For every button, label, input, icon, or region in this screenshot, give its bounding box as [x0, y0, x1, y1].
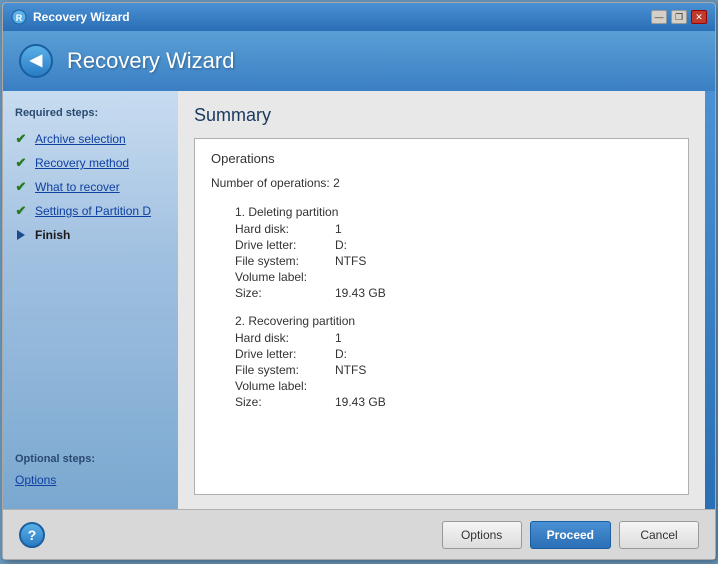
- sidebar-item-settings-partition-d[interactable]: ✔ Settings of Partition D: [3, 199, 178, 223]
- key-size: Size:: [235, 286, 335, 300]
- summary-box: Operations Number of operations: 2 1. De…: [194, 138, 689, 495]
- op1-volume-label: Volume label:: [211, 270, 672, 284]
- footer-left: ?: [19, 522, 434, 548]
- key-hard-disk2: Hard disk:: [235, 331, 335, 345]
- checkmark-icon: ✔: [13, 155, 29, 171]
- spacer2: [211, 302, 672, 314]
- key-drive-letter: Drive letter:: [235, 238, 335, 252]
- recovery-wizard-window: R Recovery Wizard — ❐ ✕ ◀ Recovery Wizar…: [2, 2, 716, 560]
- proceed-button[interactable]: Proceed: [530, 521, 611, 549]
- window-icon: R: [11, 9, 27, 25]
- sidebar-item-archive-selection[interactable]: ✔ Archive selection: [3, 127, 178, 151]
- titlebar-buttons: — ❐ ✕: [651, 10, 707, 24]
- sidebar-item-label: Archive selection: [35, 132, 126, 146]
- sidebar: Required steps: ✔ Archive selection ✔ Re…: [3, 91, 178, 509]
- key-hard-disk: Hard disk:: [235, 222, 335, 236]
- op2-size: Size: 19.43 GB: [211, 395, 672, 409]
- val-drive-letter: D:: [335, 238, 347, 252]
- page-title: Summary: [194, 105, 689, 126]
- options-link[interactable]: Options: [15, 471, 166, 489]
- key-file-system2: File system:: [235, 363, 335, 377]
- window-title: Recovery Wizard: [33, 10, 651, 24]
- optional-steps-label: Optional steps:: [15, 453, 166, 465]
- val-hard-disk: 1: [335, 222, 342, 236]
- key-file-system: File system:: [235, 254, 335, 268]
- op1-hard-disk: Hard disk: 1: [211, 222, 672, 236]
- minimize-button[interactable]: —: [651, 10, 667, 24]
- footer: ? Options Proceed Cancel: [3, 509, 715, 559]
- back-button[interactable]: ◀: [19, 44, 53, 78]
- sidebar-item-label: Recovery method: [35, 156, 129, 170]
- sidebar-item-finish[interactable]: Finish: [3, 223, 178, 247]
- sidebar-item-label: Finish: [35, 228, 70, 242]
- checkmark-icon: ✔: [13, 179, 29, 195]
- arrow-right-icon: [13, 227, 29, 243]
- val-drive-letter2: D:: [335, 347, 347, 361]
- optional-steps-section: Optional steps: Options: [3, 445, 178, 497]
- sidebar-item-label: Settings of Partition D: [35, 204, 151, 218]
- help-button[interactable]: ?: [19, 522, 45, 548]
- op2-file-system: File system: NTFS: [211, 363, 672, 377]
- val-file-system2: NTFS: [335, 363, 366, 377]
- checkmark-icon: ✔: [13, 203, 29, 219]
- op1-file-system: File system: NTFS: [211, 254, 672, 268]
- svg-text:R: R: [16, 13, 23, 23]
- checkmark-icon: ✔: [13, 131, 29, 147]
- key-drive-letter2: Drive letter:: [235, 347, 335, 361]
- spacer1: [211, 193, 672, 205]
- restore-button[interactable]: ❐: [671, 10, 687, 24]
- options-button[interactable]: Options: [442, 521, 522, 549]
- val-hard-disk2: 1: [335, 331, 342, 345]
- operation2-header: 2. Recovering partition: [211, 314, 672, 328]
- header: ◀ Recovery Wizard: [3, 31, 715, 91]
- sidebar-item-recovery-method[interactable]: ✔ Recovery method: [3, 151, 178, 175]
- op2-volume-label: Volume label:: [211, 379, 672, 393]
- val-size: 19.43 GB: [335, 286, 386, 300]
- content-area: Summary Operations Number of operations:…: [178, 91, 705, 509]
- op1-size: Size: 19.43 GB: [211, 286, 672, 300]
- right-strip: [705, 91, 715, 509]
- close-button[interactable]: ✕: [691, 10, 707, 24]
- op1-drive-letter: Drive letter: D:: [211, 238, 672, 252]
- key-volume-label: Volume label:: [235, 270, 335, 284]
- titlebar: R Recovery Wizard — ❐ ✕: [3, 3, 715, 31]
- cancel-button[interactable]: Cancel: [619, 521, 699, 549]
- main-area: Required steps: ✔ Archive selection ✔ Re…: [3, 91, 715, 509]
- sidebar-item-label: What to recover: [35, 180, 120, 194]
- operations-label: Operations: [211, 151, 672, 166]
- key-size2: Size:: [235, 395, 335, 409]
- num-operations-line: Number of operations: 2: [211, 176, 672, 190]
- sidebar-item-what-to-recover[interactable]: ✔ What to recover: [3, 175, 178, 199]
- op2-drive-letter: Drive letter: D:: [211, 347, 672, 361]
- val-file-system: NTFS: [335, 254, 366, 268]
- operation1-header: 1. Deleting partition: [211, 205, 672, 219]
- op2-hard-disk: Hard disk: 1: [211, 331, 672, 345]
- val-size2: 19.43 GB: [335, 395, 386, 409]
- required-steps-label: Required steps:: [3, 103, 178, 127]
- key-volume-label2: Volume label:: [235, 379, 335, 393]
- header-title: Recovery Wizard: [67, 48, 234, 74]
